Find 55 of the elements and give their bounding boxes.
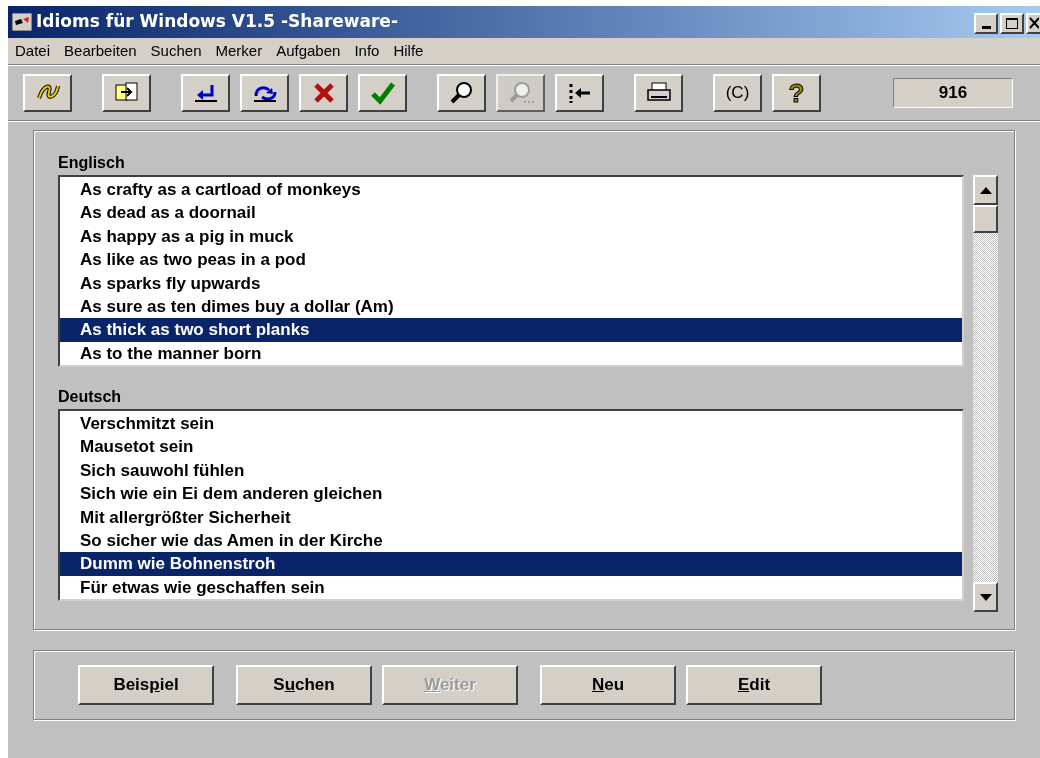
scroll-down-button[interactable] — [973, 582, 998, 612]
dialog-button[interactable]: Neu — [540, 665, 676, 705]
menu-item[interactable]: Info — [347, 39, 387, 63]
minimize-button[interactable] — [974, 12, 998, 34]
menu-item[interactable]: Hilfe — [386, 39, 431, 63]
list-label: Englisch — [58, 153, 126, 173]
idiom-list[interactable] — [58, 175, 964, 367]
scrollbar[interactable] — [973, 175, 998, 612]
menu-item[interactable]: Suchen — [143, 39, 209, 63]
toolbar-button[interactable] — [102, 74, 151, 112]
window-title: Idioms für Windows V1.5 -Shareware- — [36, 10, 398, 34]
list-item[interactable]: As crafty as a cartload of monkeys — [60, 178, 962, 202]
list-item[interactable]: Mit allergrößter Sicherheit — [60, 505, 962, 529]
toolbar-button[interactable] — [23, 74, 72, 112]
menu-item[interactable]: Bearbeiten — [57, 39, 144, 63]
dialog-button[interactable]: Edit — [686, 665, 822, 705]
menu-item[interactable]: Aufgaben — [269, 39, 348, 63]
list-item[interactable]: Für etwas wie geschaffen sein — [60, 575, 962, 599]
list-item[interactable]: As thick as two short planks — [60, 318, 962, 342]
list-item[interactable]: As sparks fly upwards — [60, 271, 962, 295]
list-item[interactable]: Verschmitzt sein — [60, 412, 962, 436]
scroll-up-button[interactable] — [973, 175, 998, 205]
list-item[interactable]: As dead as a doornail — [60, 201, 962, 225]
list-item[interactable]: As like as two peas in a pod — [60, 248, 962, 272]
close-icon — [1029, 16, 1039, 29]
toolbar-button[interactable] — [437, 74, 486, 112]
dialog-button[interactable]: Suchen — [236, 665, 372, 705]
toolbar-button[interactable] — [240, 74, 289, 112]
list-item[interactable]: As to the manner born — [60, 341, 962, 365]
list-item[interactable]: Mausetot sein — [60, 435, 962, 459]
maximize-button[interactable] — [1000, 12, 1024, 34]
toolbar-button[interactable] — [181, 74, 230, 112]
checkmark-icon — [368, 80, 397, 106]
list-item[interactable]: As happy as a pig in muck — [60, 224, 962, 249]
toolbar-button[interactable] — [358, 74, 407, 112]
toolbar-button[interactable] — [634, 74, 683, 112]
list-item[interactable]: Dumm wie Bohnenstroh — [60, 552, 962, 576]
close-button[interactable] — [1026, 12, 1040, 34]
toolbar-button[interactable]: (C) — [713, 74, 762, 112]
list-item[interactable]: So sicher wie das Amen in der Kirche — [60, 528, 962, 553]
up-arrow-icon — [979, 186, 992, 194]
counter-field: 916 — [893, 78, 1013, 108]
list-item[interactable]: As sure as ten dimes buy a dollar (Am) — [60, 294, 962, 319]
app-icon — [12, 13, 32, 31]
toolbar-button[interactable] — [555, 74, 604, 112]
toolbar-button[interactable] — [299, 74, 348, 112]
dialog-button[interactable]: Beispiel — [78, 665, 214, 705]
menu-item[interactable]: Datei — [8, 39, 58, 63]
idiom-list[interactable] — [58, 409, 964, 601]
menu-item[interactable]: Merker — [208, 39, 270, 63]
down-arrow-icon — [979, 593, 992, 601]
list-label: Deutsch — [58, 387, 123, 407]
list-item[interactable]: Sich sauwohl fühlen — [60, 458, 962, 483]
list-item[interactable]: Sich wie ein Ei dem anderen gleichen — [60, 482, 962, 506]
scroll-thumb[interactable] — [973, 205, 998, 233]
